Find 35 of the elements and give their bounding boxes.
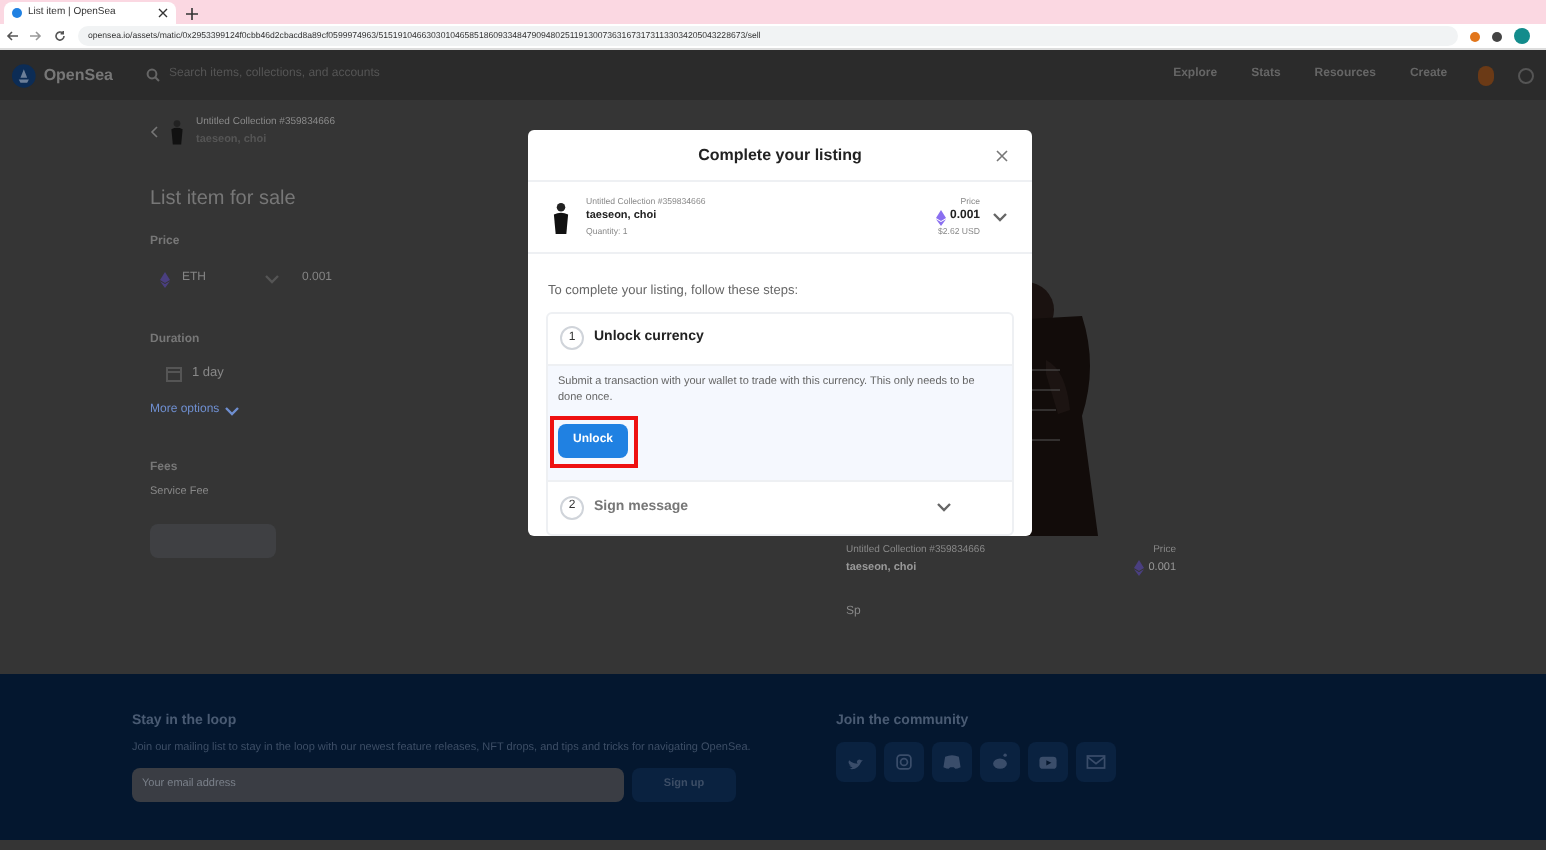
discord-button[interactable] [932,741,972,781]
expand-icon[interactable] [936,502,952,513]
instagram-button[interactable] [884,741,924,781]
twitter-button[interactable] [836,741,876,781]
reddit-button[interactable] [980,741,1020,781]
page-title: List item for sale [150,185,296,214]
forward-icon[interactable] [30,30,42,42]
calendar-icon [166,365,182,382]
account-avatar[interactable] [1477,65,1495,85]
chevron-down-icon[interactable] [264,274,280,285]
email-button[interactable] [1076,741,1116,781]
profile-avatar[interactable] [1514,28,1530,44]
ethereum-icon [160,271,170,288]
youtube-button[interactable] [1028,741,1068,781]
back-icon[interactable] [6,30,18,42]
extension-icon[interactable] [1470,31,1480,41]
chevron-down-icon[interactable] [223,405,240,416]
expand-icon[interactable] [992,212,1008,222]
figure-icon [170,117,184,146]
highlight-frame [550,415,638,468]
site-icon [12,8,22,18]
figure-icon [552,201,570,233]
ethereum-icon [935,209,946,225]
modal-title: Complete your listing [698,143,862,167]
email-icon [1084,749,1108,773]
logo-text[interactable]: OpenSea [43,63,113,87]
reload-icon[interactable] [54,30,66,42]
reddit-icon [988,749,1012,773]
search-icon [145,68,159,82]
new-tab-icon[interactable] [186,8,198,20]
close-icon[interactable] [158,8,168,18]
discord-icon [940,749,964,773]
instagram-icon [892,749,916,773]
logo-icon[interactable] [12,61,36,89]
ethereum-icon [1134,559,1145,576]
